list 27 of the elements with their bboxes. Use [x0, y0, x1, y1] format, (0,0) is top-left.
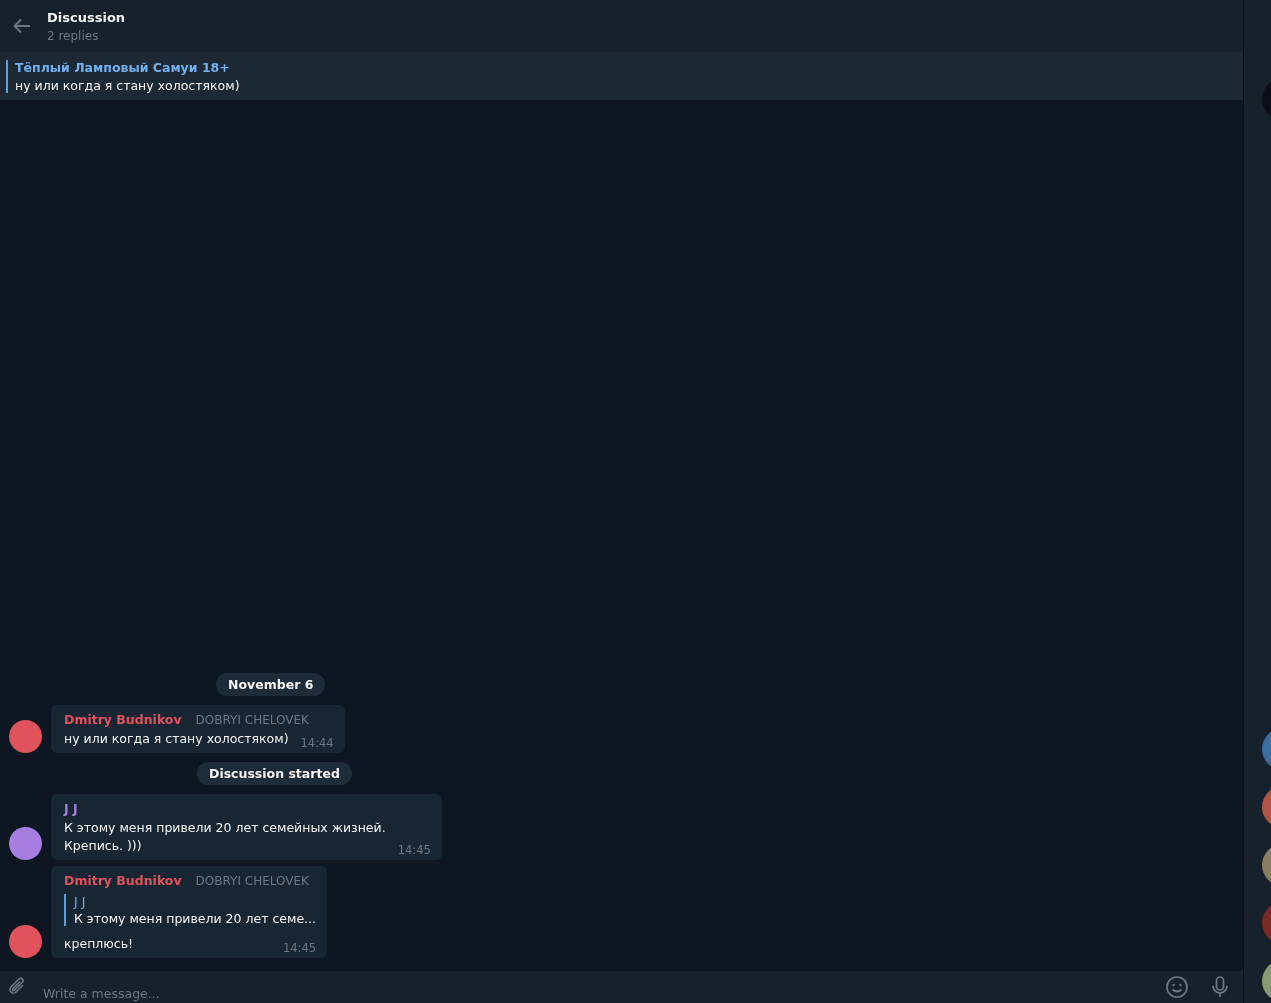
message-time: 14:44: [300, 736, 334, 750]
pinned-text: ну или когда я стану холостяком): [15, 77, 240, 93]
author-title: DOBRYI CHELOVEK: [195, 713, 309, 727]
service-message: November 6: [216, 673, 326, 696]
message-text: К этому меня привели 20 лет семейных жизней. Крепись. ))): [64, 819, 386, 855]
author-name[interactable]: Dmitry Budnikov: [64, 712, 182, 727]
message-text: ну или когда я стану холостяком): [64, 730, 289, 748]
message-time: 14:45: [282, 941, 317, 955]
author-name[interactable]: J J: [64, 801, 78, 816]
emoji-icon[interactable]: [1165, 975, 1189, 999]
reply-quote[interactable]: J J К этому меня привели 20 лет семе...: [64, 894, 317, 926]
avatar-photo-placeholder[interactable]: [9, 827, 42, 860]
chat-title: Discussion: [47, 9, 126, 25]
avatar-photo-placeholder[interactable]: [9, 720, 42, 753]
message-time: 14:45: [397, 843, 431, 857]
microphone-icon[interactable]: [1211, 975, 1229, 999]
author-title: DOBRYI CHELOVEK: [195, 874, 309, 888]
pinned-message-bar[interactable]: Тёплый Ламповый Самуи 18+ ну или когда я стану холостяком): [0, 52, 1243, 100]
author-name[interactable]: Dmitry Budnikov: [64, 873, 182, 888]
message-text: креплюсь!: [64, 935, 134, 953]
back-arrow-icon[interactable]: [13, 18, 31, 34]
avatar-photo-placeholder[interactable]: [9, 925, 42, 958]
quoted-text: К этому меня привели 20 лет семе...: [74, 911, 317, 926]
service-message: Discussion started: [197, 762, 352, 785]
quoted-author: J J: [74, 894, 87, 909]
pinned-author: Тёплый Ламповый Самуи 18+: [15, 59, 231, 75]
reply-count: 2 replies: [47, 28, 100, 43]
